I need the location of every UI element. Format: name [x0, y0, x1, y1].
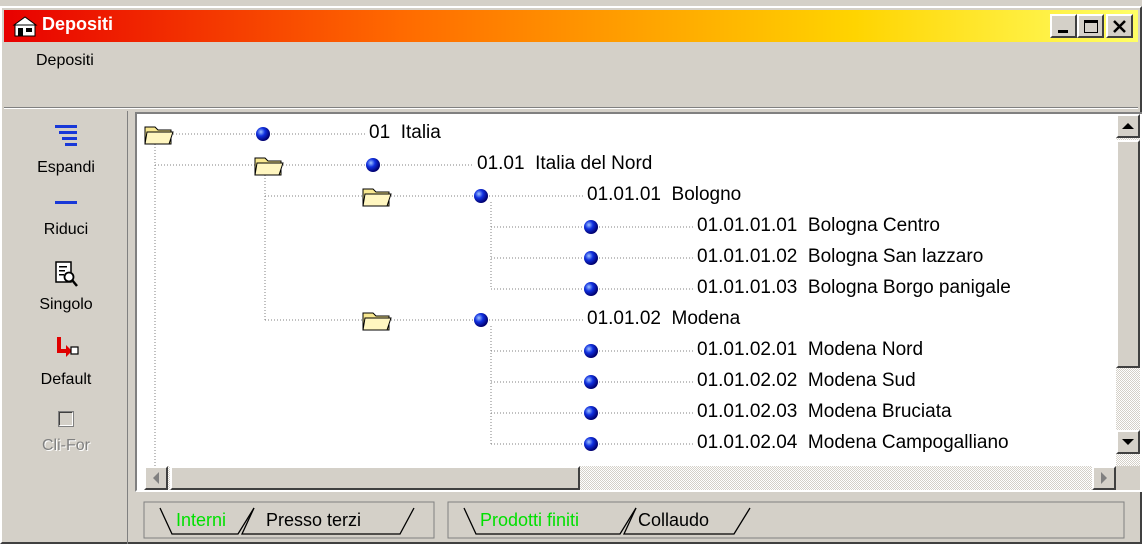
singolo-button[interactable]: Singolo [4, 256, 128, 328]
scroll-left-button[interactable] [144, 466, 168, 490]
node-ball-icon [584, 251, 598, 265]
node-ball-icon [584, 344, 598, 358]
node-ball-icon [474, 313, 488, 327]
vertical-scrollbar[interactable] [1116, 114, 1140, 490]
maximize-icon [1084, 20, 1098, 33]
node-ball-icon [256, 127, 270, 141]
espandi-button[interactable]: Espandi [4, 119, 128, 181]
maximize-button[interactable] [1077, 14, 1104, 38]
riduci-button[interactable]: Riduci [4, 191, 128, 253]
node-ball-icon [584, 375, 598, 389]
menu-separator [4, 107, 1138, 109]
minimize-button[interactable] [1050, 14, 1077, 38]
scroll-right-button[interactable] [1092, 466, 1116, 490]
riduci-label: Riduci [43, 221, 89, 238]
close-button[interactable] [1106, 14, 1133, 38]
menu-bar: Depositi [4, 46, 1138, 76]
bottom-tabs: Interni Presso terzi Prodotti finiti Col… [142, 500, 1140, 542]
tab-interni[interactable]: Interni [176, 510, 226, 531]
arrow-up-icon [1122, 123, 1134, 129]
scrollbar-corner [1116, 466, 1140, 490]
tree-node-label[interactable]: 01.01.02.04 Modena Campogalliano [697, 432, 1009, 454]
node-ball-icon [584, 282, 598, 296]
expand-lines-icon [55, 125, 77, 146]
node-ball-icon [584, 437, 598, 451]
cli-for-checkbox[interactable]: Cli-For [4, 403, 128, 469]
title-bar[interactable]: Depositi [4, 10, 1138, 42]
node-ball-icon [366, 158, 380, 172]
vertical-scroll-thumb[interactable] [1116, 140, 1140, 368]
tree-node-label[interactable]: 01.01.01.01 Bologna Centro [697, 215, 940, 237]
document-magnifier-icon [55, 261, 78, 287]
folder-icon[interactable] [254, 157, 284, 176]
checkbox-icon [58, 411, 74, 427]
arrow-down-icon [1122, 439, 1134, 445]
scroll-up-button[interactable] [1116, 114, 1140, 138]
arrow-right-icon [1101, 472, 1107, 484]
default-button[interactable]: Default [4, 331, 128, 401]
menu-depositi[interactable]: Depositi [36, 52, 94, 70]
node-ball-icon [584, 220, 598, 234]
collapse-line-icon [55, 201, 77, 204]
tab-prodotti-finiti[interactable]: Prodotti finiti [480, 510, 579, 531]
minimize-icon [1058, 30, 1068, 33]
tree-node-label[interactable]: 01.01.01 Bologno [587, 184, 741, 206]
tree-node-label[interactable]: 01.01.02 Modena [587, 308, 740, 330]
tree-node-label[interactable]: 01.01.02.02 Modena Sud [697, 370, 916, 392]
tab-presso-terzi[interactable]: Presso terzi [266, 510, 361, 531]
cli-for-label: Cli-For [42, 437, 90, 454]
espandi-label: Espandi [37, 159, 95, 176]
arrow-left-icon [153, 472, 159, 484]
tab-collaudo[interactable]: Collaudo [638, 510, 709, 531]
default-arrow-icon [57, 337, 79, 357]
default-label: Default [40, 371, 92, 388]
folder-icon[interactable] [362, 188, 392, 207]
side-toolbar: Espandi Riduci Singolo Default Cli-For [4, 111, 128, 544]
tree-node-label[interactable]: 01.01.01.03 Bologna Borgo panigale [697, 277, 1011, 299]
node-ball-icon [474, 189, 488, 203]
folder-icon[interactable] [362, 312, 392, 331]
horizontal-scrollbar[interactable] [144, 466, 1116, 490]
window-title: Depositi [42, 14, 114, 34]
tree-node-label[interactable]: 01.01 Italia del Nord [477, 153, 652, 175]
folder-icon[interactable] [144, 126, 174, 145]
horizontal-scroll-thumb[interactable] [170, 466, 580, 490]
tree-node-label[interactable]: 01.01.02.01 Modena Nord [697, 339, 923, 361]
scroll-down-button[interactable] [1116, 430, 1140, 454]
close-icon [1113, 20, 1126, 33]
tree-node-label[interactable]: 01 Italia [369, 122, 441, 144]
tree-node-label[interactable]: 01.01.02.03 Modena Bruciata [697, 401, 952, 423]
depositi-window: Depositi Depositi Espandi Riduci Singolo… [0, 6, 1142, 544]
node-ball-icon [584, 406, 598, 420]
tree-node-label[interactable]: 01.01.01.02 Bologna San lazzaro [697, 246, 983, 268]
singolo-label: Singolo [39, 296, 93, 313]
tree-view[interactable]: 01 Italia 01.01 Italia del Nord 01.01.01 B… [135, 112, 1142, 492]
warehouse-icon [12, 16, 38, 37]
